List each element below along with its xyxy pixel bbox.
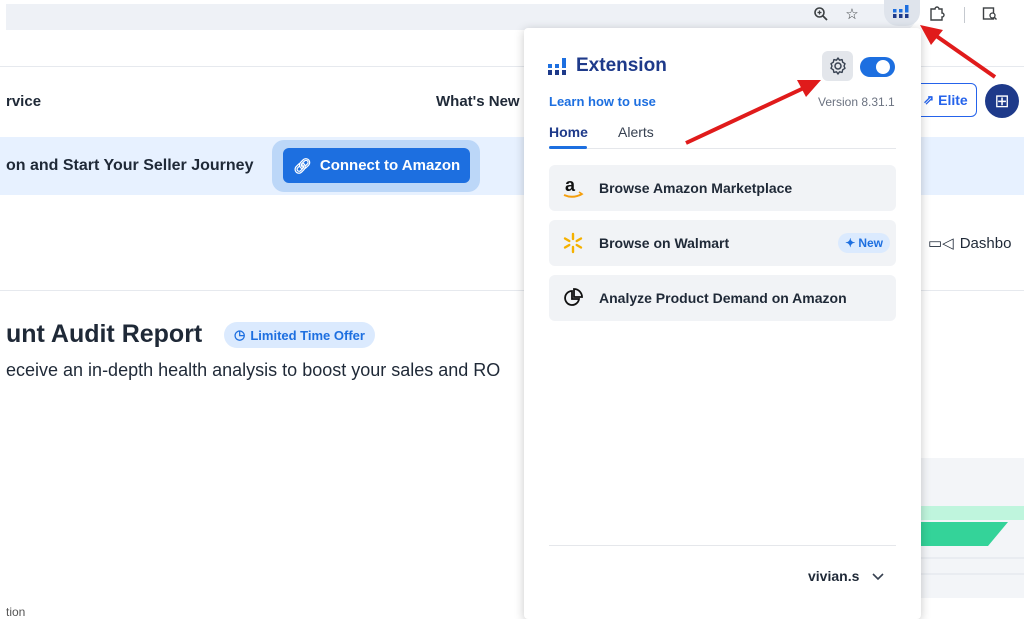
learn-how-link[interactable]: Learn how to use xyxy=(549,94,656,109)
page-footer-text: tion xyxy=(6,605,26,619)
new-badge-label: New xyxy=(858,236,883,250)
walmart-spark-icon xyxy=(561,231,585,255)
svg-text:a: a xyxy=(565,176,576,195)
card-label: Analyze Product Demand on Amazon xyxy=(599,290,847,306)
extension-logo-icon xyxy=(548,58,570,76)
dashboard-link[interactable]: ▭◁ Dashbo xyxy=(928,234,1012,253)
browse-walmart-card[interactable]: Browse on Walmart ✦ New xyxy=(549,220,896,266)
user-name[interactable]: vivian.s xyxy=(808,568,859,584)
elite-label: Elite xyxy=(938,92,968,108)
report-preview-image xyxy=(918,458,1024,598)
banner-text: on and Start Your Seller Journey xyxy=(6,157,254,174)
new-badge: ✦ New xyxy=(838,233,890,253)
popup-title: Extension xyxy=(576,55,667,76)
dashboard-label: Dashbo xyxy=(959,234,1012,252)
popup-footer-divider xyxy=(549,545,896,546)
video-icon: ▭◁ xyxy=(928,235,954,252)
star-icon[interactable]: ☆ xyxy=(841,3,863,25)
pie-chart-icon xyxy=(561,286,585,310)
settings-button[interactable] xyxy=(822,51,853,81)
chevron-down-icon[interactable] xyxy=(870,568,886,584)
audit-report-title: unt Audit Report xyxy=(6,320,203,348)
audit-description: eceive an in-depth health analysis to bo… xyxy=(6,360,501,380)
chart-icon: ⇗ xyxy=(923,92,935,107)
address-bar[interactable] xyxy=(6,4,916,30)
analyze-demand-card[interactable]: Analyze Product Demand on Amazon xyxy=(549,275,896,321)
amazon-icon: a xyxy=(561,176,585,200)
gear-icon xyxy=(829,57,846,75)
connect-to-amazon-button[interactable]: 🔗︎ Connect to Amazon xyxy=(283,148,470,183)
tab-home[interactable]: Home xyxy=(549,124,588,140)
link-icon: 🔗︎ xyxy=(292,157,312,175)
clock-icon: ◷ xyxy=(234,327,246,342)
browse-amazon-card[interactable]: a Browse Amazon Marketplace xyxy=(549,165,896,211)
offer-label: Limited Time Offer xyxy=(250,327,365,343)
avatar[interactable]: ⊞ xyxy=(985,84,1019,118)
elite-button[interactable]: ⇗ Elite xyxy=(914,83,977,117)
toggle-knob xyxy=(876,60,890,74)
nav-item-whats-new[interactable]: What's New xyxy=(436,93,520,110)
extension-bars-icon xyxy=(893,5,911,19)
extensions-puzzle-icon[interactable] xyxy=(926,3,948,25)
active-tab-indicator xyxy=(549,146,587,149)
tabs-divider xyxy=(549,148,896,149)
toolbar-separator xyxy=(964,7,965,23)
tab-alerts[interactable]: Alerts xyxy=(618,124,654,140)
card-label: Browse Amazon Marketplace xyxy=(599,180,793,196)
card-label: Browse on Walmart xyxy=(599,235,730,251)
nav-item-service[interactable]: rvice xyxy=(6,93,41,110)
zoom-in-icon[interactable] xyxy=(810,3,832,25)
sparkle-icon: ✦ xyxy=(845,236,856,250)
connect-label: Connect to Amazon xyxy=(319,157,461,174)
limited-offer-badge: ◷ Limited Time Offer xyxy=(224,322,375,348)
extension-popup xyxy=(524,28,921,619)
version-text: Version 8.31.1 xyxy=(818,95,895,109)
tab-search-icon[interactable] xyxy=(979,3,1001,25)
